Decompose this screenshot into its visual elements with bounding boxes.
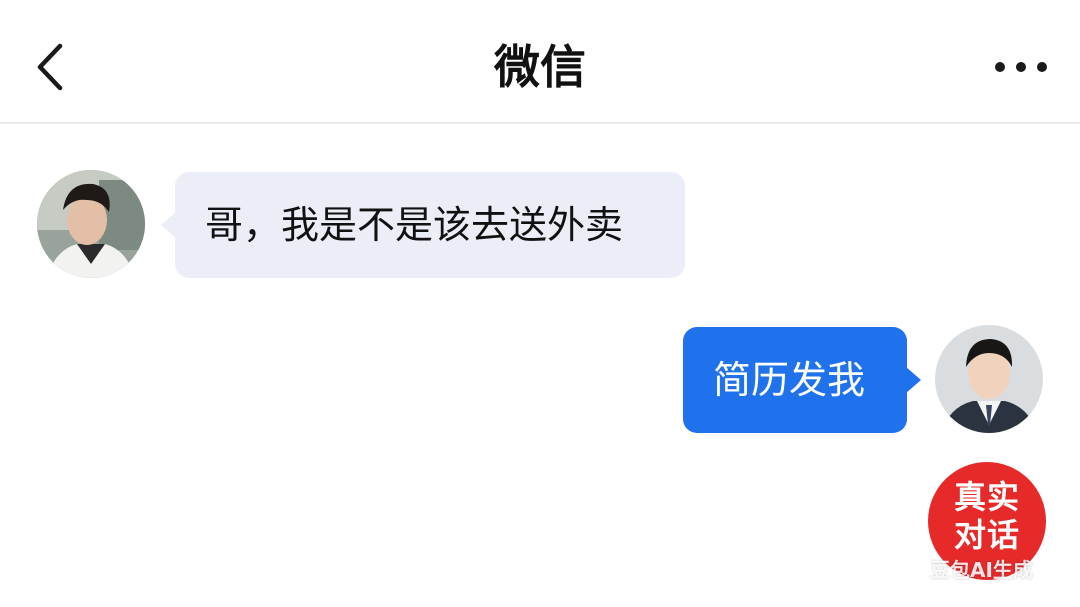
badge-line-2: 对话	[953, 516, 1020, 554]
top-bar: 微信	[0, 0, 1080, 124]
contact-avatar[interactable]	[37, 170, 145, 278]
self-avatar[interactable]	[935, 325, 1043, 433]
outgoing-message-text: 简历发我	[713, 358, 866, 402]
page-title: 微信	[494, 40, 586, 94]
incoming-message-text: 哥，我是不是该去送外卖	[205, 203, 624, 247]
incoming-message-bubble[interactable]: 哥，我是不是该去送外卖	[161, 172, 685, 278]
badge-line-1: 真实	[953, 478, 1020, 516]
outgoing-message-bubble[interactable]: 简历发我	[683, 327, 921, 433]
ai-watermark: 豆包AI生成	[930, 558, 1033, 582]
more-horizontal-icon	[995, 62, 1047, 72]
more-button[interactable]	[986, 50, 1056, 84]
